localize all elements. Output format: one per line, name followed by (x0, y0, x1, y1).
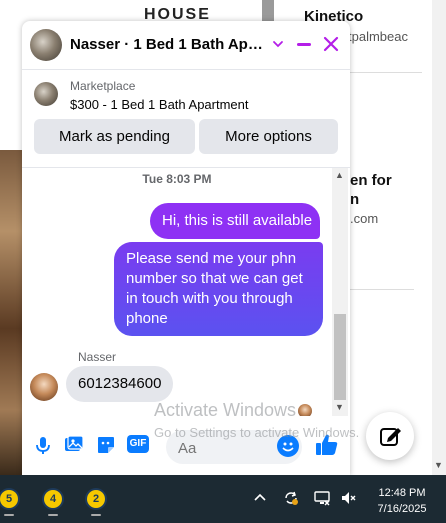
scroll-down-arrow-icon[interactable]: ▼ (434, 460, 443, 470)
conversation-avatar[interactable] (30, 29, 62, 61)
taskbar-app[interactable]: 5 (0, 488, 20, 516)
outgoing-message[interactable]: Please send me your phn number so that w… (114, 242, 323, 336)
sender-name: Nasser (78, 350, 117, 364)
article-title[interactable]: en for n (350, 171, 392, 209)
divider (350, 289, 414, 290)
listing-title[interactable]: $300 - 1 Bed 1 Bath Apartment (70, 97, 249, 112)
app-badge: 4 (49, 493, 57, 505)
app-active-indicator (91, 514, 101, 516)
close-chat-icon[interactable] (320, 33, 342, 55)
taskbar-app[interactable]: 2 (85, 488, 107, 516)
taskbar-app[interactable]: 4 (42, 488, 64, 516)
divider (350, 72, 422, 73)
photo-icon[interactable] (63, 434, 85, 456)
sync-icon[interactable] (282, 489, 300, 507)
sender-avatar[interactable] (30, 373, 58, 401)
mark-as-pending-button[interactable]: Mark as pending (34, 119, 195, 154)
marketplace-label: Marketplace (70, 79, 136, 93)
app-active-indicator (48, 514, 58, 516)
article-title-line-2: n (350, 191, 360, 208)
new-message-button[interactable] (366, 412, 414, 460)
chevron-down-icon[interactable] (271, 37, 285, 51)
listing-thumbnail[interactable] (34, 82, 58, 106)
conversation-title[interactable]: Nasser · 1 Bed 1 Bath Apart... (70, 36, 270, 53)
app-active-indicator (4, 514, 14, 516)
chat-header: Nasser · 1 Bed 1 Bath Apart... (22, 21, 350, 70)
article-title-line-1: en for (350, 172, 392, 189)
system-clock[interactable]: 12:48 PM 7/16/2025 (372, 485, 432, 517)
gif-button[interactable]: GIF (127, 435, 149, 453)
app-badge: 5 (5, 493, 13, 505)
article-link[interactable]: .com (350, 211, 378, 226)
network-icon[interactable] (313, 489, 331, 507)
background-photo (0, 150, 24, 475)
watermark-title: Activate Windows (154, 400, 297, 420)
volume-muted-icon[interactable] (340, 489, 358, 507)
minimize-chat-button[interactable] (294, 33, 314, 53)
microphone-icon[interactable] (32, 434, 54, 456)
windows-taskbar: 5 4 2 12:48 PM 7/16/2025 (0, 475, 446, 523)
sticker-icon[interactable] (95, 434, 117, 456)
activate-windows-watermark: Activate Windows Go to Settings to activ… (154, 400, 359, 440)
more-options-button[interactable]: More options (199, 119, 338, 154)
message-timestamp: Tue 8:03 PM (142, 172, 212, 186)
watermark-subtitle: Go to Settings to activate Windows. (154, 425, 360, 440)
page-scrollbar[interactable] (432, 0, 446, 475)
message-scrollbar-thumb[interactable] (334, 314, 346, 400)
marketplace-listing-panel: Marketplace $300 - 1 Bed 1 Bath Apartmen… (22, 70, 350, 166)
message-list[interactable]: Tue 8:03 PM Hi, this is still available … (22, 167, 350, 418)
compose-icon (380, 428, 401, 446)
advertiser-link[interactable]: tpalmbeac (348, 29, 408, 44)
incoming-message[interactable]: 6012384600 (66, 366, 174, 402)
clock-time: 12:48 PM (378, 487, 426, 499)
clock-date: 7/16/2025 (377, 503, 427, 515)
chevron-up-icon[interactable] (251, 489, 269, 507)
outgoing-message[interactable]: Hi, this is still available (150, 203, 320, 239)
scroll-up-arrow-icon[interactable]: ▲ (335, 170, 344, 180)
app-badge: 2 (92, 493, 100, 505)
